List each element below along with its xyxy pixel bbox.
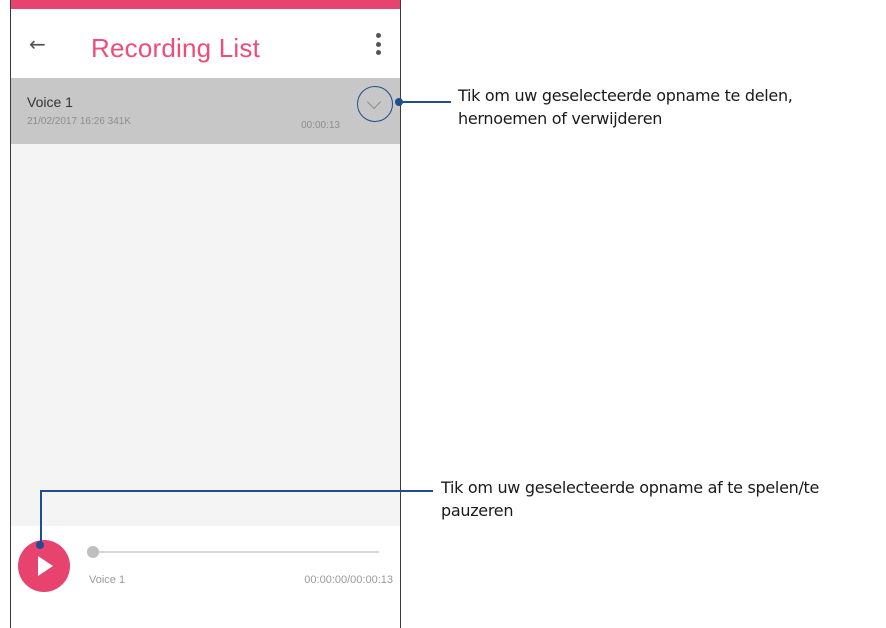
callout-line-1: Tik om uw geselecteerde opname af te spe… <box>441 478 820 497</box>
phone-screen: ← Recording List Voice 1 21/02/2017 16:2… <box>10 0 401 628</box>
recording-meta: 21/02/2017 16:26 341K <box>27 116 131 127</box>
expand-options-button[interactable] <box>357 86 393 122</box>
recording-duration: 00:00:13 <box>301 120 340 131</box>
callout-line-1: Tik om uw geselecteerde opname te delen, <box>458 86 793 105</box>
chevron-down-icon <box>366 94 382 110</box>
more-dot <box>375 50 381 55</box>
more-dot <box>375 33 381 38</box>
player-time: 00:00:00/00:00:13 <box>304 574 393 586</box>
callout-line <box>401 101 451 103</box>
callout-line <box>40 490 42 545</box>
app-bar: ← Recording List <box>11 9 400 78</box>
more-vert-icon[interactable] <box>372 33 384 61</box>
callout-dot <box>36 541 44 549</box>
seek-bar[interactable] <box>92 551 379 553</box>
seek-handle[interactable] <box>87 546 99 558</box>
callout-line-2: pauzeren <box>441 501 514 520</box>
back-arrow-icon[interactable]: ← <box>29 33 51 55</box>
player-bar: Voice 1 00:00:00/00:00:13 <box>11 526 400 628</box>
page-title: Recording List <box>91 33 260 63</box>
callout-line-2: hernoemen of verwijderen <box>458 109 663 128</box>
play-button[interactable] <box>18 540 70 592</box>
callout-play-pause: Tik om uw geselecteerde opname af te spe… <box>441 476 819 522</box>
callout-share-rename-delete: Tik om uw geselecteerde opname te delen,… <box>458 84 793 130</box>
recording-list-item[interactable]: Voice 1 21/02/2017 16:26 341K 00:00:13 <box>11 78 400 144</box>
recording-name: Voice 1 <box>27 94 73 110</box>
more-dot <box>375 41 381 47</box>
play-icon <box>38 556 53 576</box>
status-bar <box>11 0 400 9</box>
callout-line <box>40 490 433 492</box>
player-track-name: Voice 1 <box>89 574 126 586</box>
